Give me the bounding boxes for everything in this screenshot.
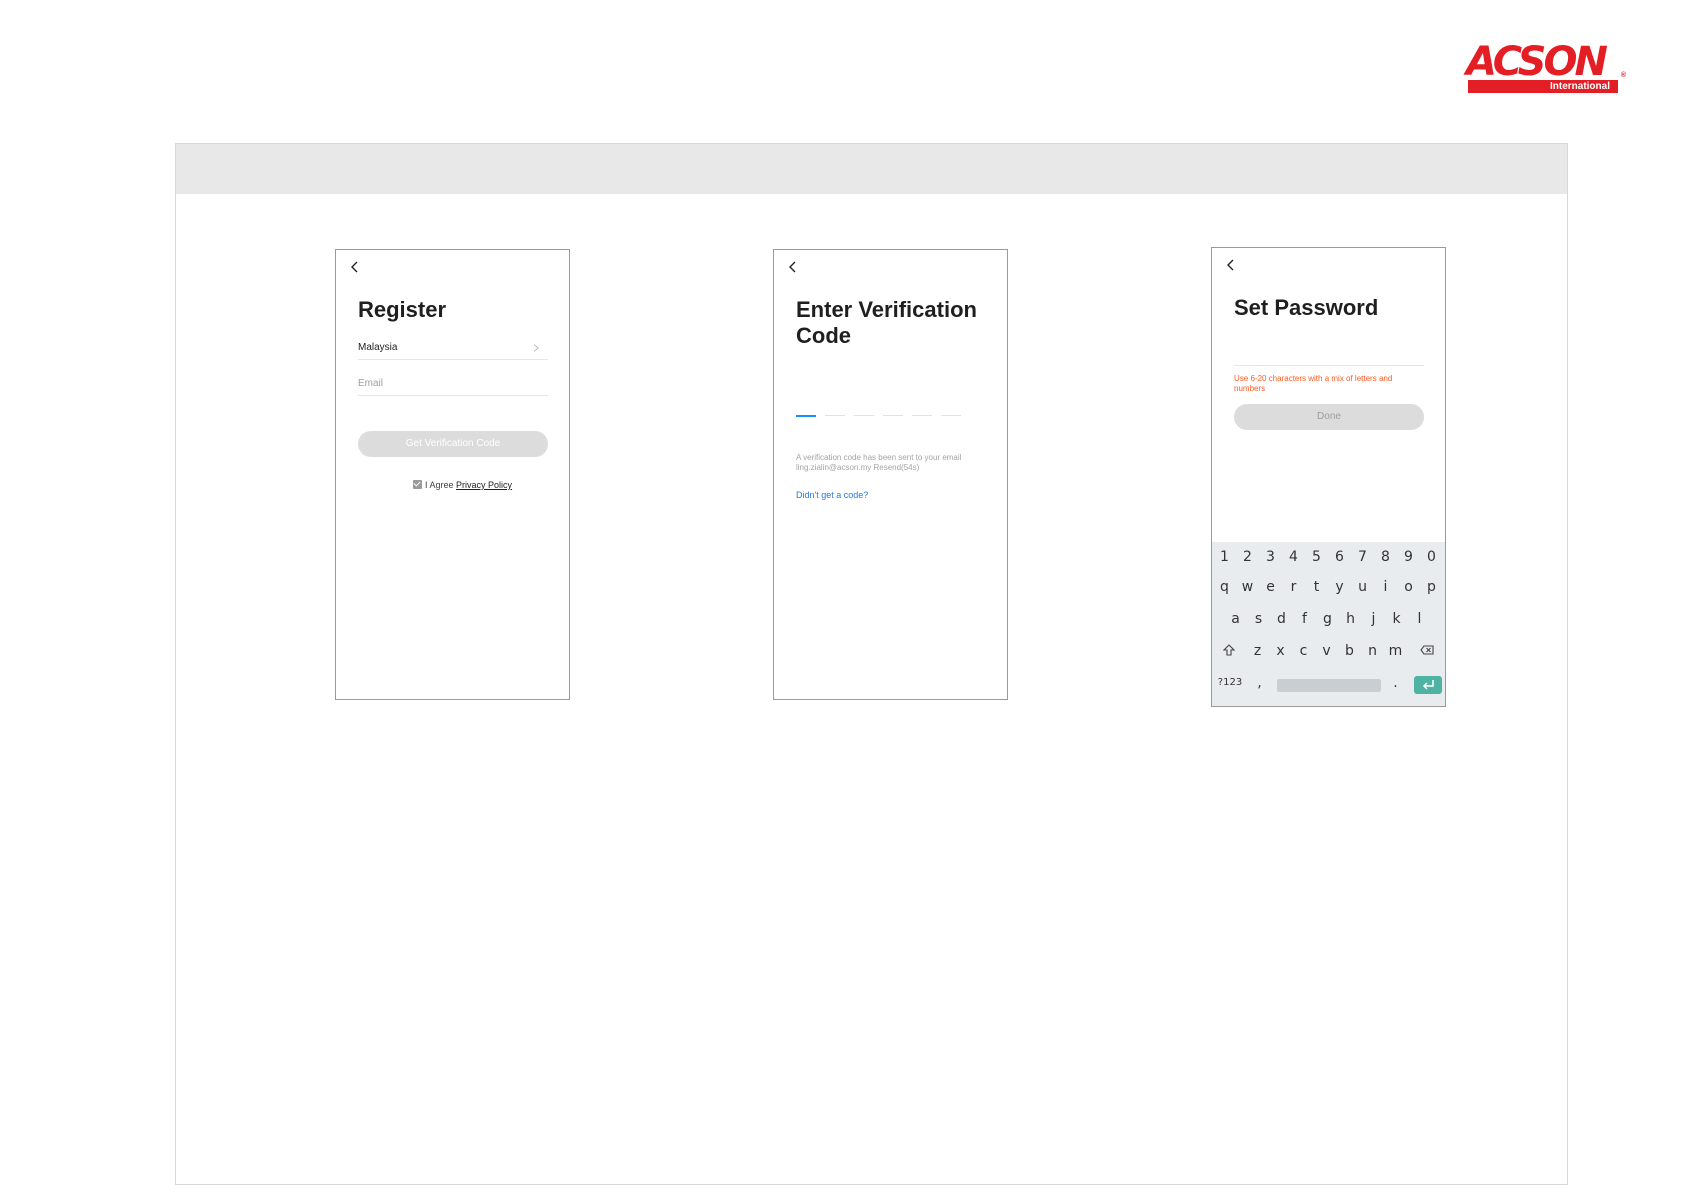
key-1[interactable]: 1 — [1213, 542, 1236, 572]
key-h[interactable]: h — [1339, 604, 1362, 634]
key-j[interactable]: j — [1362, 604, 1385, 634]
key-x[interactable]: x — [1269, 636, 1292, 666]
keyboard-row-qwerty: q w e r t y u i o p — [1212, 572, 1445, 602]
key-u[interactable]: u — [1351, 572, 1374, 602]
page-title: Register — [358, 297, 447, 322]
key-t[interactable]: t — [1305, 572, 1328, 602]
key-s[interactable]: s — [1247, 604, 1270, 634]
key-m[interactable]: m — [1384, 636, 1407, 666]
key-d[interactable]: d — [1270, 604, 1293, 634]
back-button[interactable] — [1223, 257, 1239, 273]
get-verification-code-button[interactable]: Get Verification Code — [358, 431, 548, 457]
key-i[interactable]: i — [1374, 572, 1397, 602]
title-line-1: Enter Verification — [796, 297, 977, 322]
country-selector[interactable]: Malaysia — [358, 337, 548, 360]
verification-info: A verification code has been sent to you… — [796, 453, 986, 473]
key-5[interactable]: 5 — [1305, 542, 1328, 572]
set-password-screen: Set Password Use 6-20 characters with a … — [1211, 247, 1446, 707]
back-button[interactable] — [347, 259, 363, 275]
agree-checkbox[interactable] — [413, 480, 422, 489]
key-p[interactable]: p — [1420, 572, 1443, 602]
key-3[interactable]: 3 — [1259, 542, 1282, 572]
key-b[interactable]: b — [1338, 636, 1361, 666]
key-l[interactable]: l — [1408, 604, 1431, 634]
key-g[interactable]: g — [1316, 604, 1339, 634]
keyboard-row-zxcv: z x c v b n m — [1212, 636, 1445, 666]
didnt-get-code-link[interactable]: Didn't get a code? — [796, 490, 868, 500]
key-2[interactable]: 2 — [1236, 542, 1259, 572]
symbols-key[interactable]: ?123 — [1215, 668, 1245, 698]
key-v[interactable]: v — [1315, 636, 1338, 666]
acson-logo: ACSON ® International — [1466, 39, 1626, 96]
country-value: Malaysia — [358, 342, 398, 353]
agree-text: I Agree — [425, 480, 454, 490]
password-hint: Use 6-20 characters with a mix of letter… — [1234, 374, 1393, 393]
period-key[interactable]: . — [1384, 668, 1407, 698]
key-o[interactable]: o — [1397, 572, 1420, 602]
enter-icon[interactable] — [1414, 676, 1442, 694]
verification-screen: Enter Verification Code A verification c… — [773, 249, 1008, 700]
page-title: Enter Verification Code — [796, 297, 977, 349]
code-slot — [825, 415, 845, 416]
done-button[interactable]: Done — [1234, 404, 1424, 430]
email-field[interactable]: Email — [358, 373, 548, 396]
code-slot — [941, 415, 961, 416]
keyboard-row-asdf: a s d f g h j k l — [1212, 604, 1445, 634]
info-line-1: A verification code has been sent to you… — [796, 453, 962, 462]
code-slot — [854, 415, 874, 416]
screens-frame: Register Malaysia Email Get Verification… — [175, 143, 1568, 1185]
chevron-left-icon — [789, 261, 796, 273]
code-slot — [796, 415, 816, 417]
key-y[interactable]: y — [1328, 572, 1351, 602]
logo-registered-mark: ® — [1620, 72, 1626, 79]
key-n[interactable]: n — [1361, 636, 1384, 666]
agree-row: I Agree Privacy Policy — [413, 479, 512, 491]
password-field[interactable] — [1234, 365, 1424, 366]
key-9[interactable]: 9 — [1397, 542, 1420, 572]
chevron-left-icon — [1227, 259, 1234, 271]
shift-icon[interactable] — [1217, 636, 1240, 666]
key-6[interactable]: 6 — [1328, 542, 1351, 572]
key-0[interactable]: 0 — [1420, 542, 1443, 572]
key-f[interactable]: f — [1293, 604, 1316, 634]
soft-keyboard: 1 2 3 4 5 6 7 8 9 0 q w e r t y u i o p … — [1212, 542, 1445, 706]
logo-wordmark: ACSON — [1466, 39, 1608, 85]
key-w[interactable]: w — [1236, 572, 1259, 602]
key-c[interactable]: c — [1292, 636, 1315, 666]
backspace-icon[interactable] — [1415, 636, 1438, 666]
key-q[interactable]: q — [1213, 572, 1236, 602]
chevron-left-icon — [351, 261, 358, 273]
key-7[interactable]: 7 — [1351, 542, 1374, 572]
register-screen: Register Malaysia Email Get Verification… — [335, 249, 570, 700]
info-line-2: ling.zialin@acson.my Resend(54s) — [796, 463, 920, 472]
comma-key[interactable]: , — [1248, 668, 1271, 698]
code-input[interactable] — [796, 415, 966, 419]
key-z[interactable]: z — [1246, 636, 1269, 666]
back-button[interactable] — [785, 259, 801, 275]
page-title: Set Password — [1234, 295, 1379, 320]
key-8[interactable]: 8 — [1374, 542, 1397, 572]
key-a[interactable]: a — [1224, 604, 1247, 634]
frame-header-bar — [176, 144, 1567, 194]
key-r[interactable]: r — [1282, 572, 1305, 602]
logo-subtitle: International — [1468, 80, 1618, 93]
key-k[interactable]: k — [1385, 604, 1408, 634]
space-bar[interactable] — [1277, 679, 1381, 692]
key-4[interactable]: 4 — [1282, 542, 1305, 572]
code-slot — [912, 415, 932, 416]
keyboard-row-bottom: ?123 , . — [1212, 668, 1445, 698]
title-line-2: Code — [796, 323, 851, 348]
chevron-right-icon — [532, 344, 540, 352]
code-slot — [883, 415, 903, 416]
keyboard-row-numbers: 1 2 3 4 5 6 7 8 9 0 — [1212, 542, 1445, 572]
privacy-policy-link[interactable]: Privacy Policy — [456, 480, 512, 490]
key-e[interactable]: e — [1259, 572, 1282, 602]
